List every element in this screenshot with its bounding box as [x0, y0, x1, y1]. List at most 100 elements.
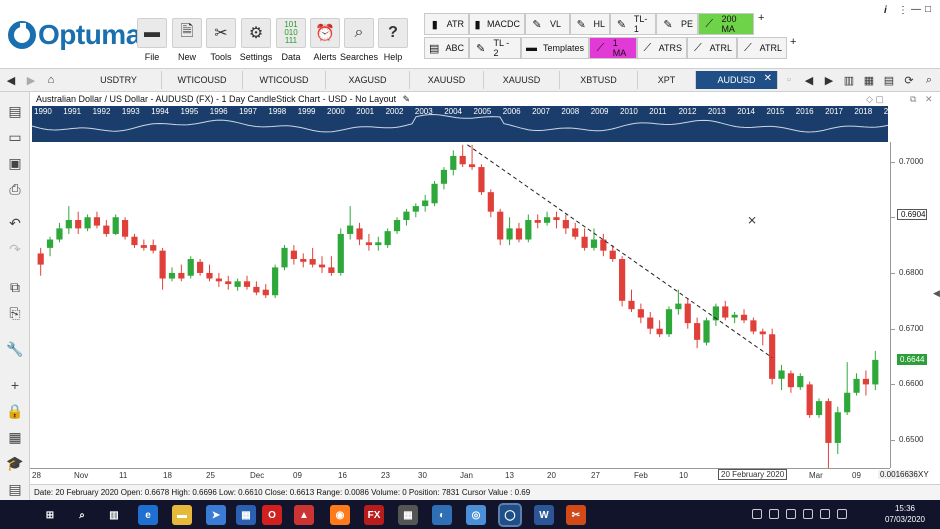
candle[interactable] [84, 214, 91, 232]
candle[interactable] [56, 222, 63, 243]
candle[interactable] [515, 222, 523, 243]
candle[interactable] [112, 214, 119, 236]
candle[interactable] [815, 398, 823, 418]
study-atr-button[interactable]: ▮ ATR [424, 13, 469, 35]
settings-button[interactable]: ⚙ [241, 18, 271, 48]
notification-icon[interactable] [837, 509, 847, 519]
price-chart[interactable]: ⨯ [30, 106, 890, 468]
candle[interactable] [834, 406, 841, 455]
home-icon[interactable]: ⌂ [42, 71, 60, 89]
candle[interactable] [281, 245, 288, 271]
candle[interactable] [403, 208, 410, 226]
candle[interactable] [243, 275, 251, 290]
candle[interactable] [431, 181, 438, 207]
candle[interactable] [572, 222, 579, 240]
copy-icon[interactable]: ⧉ [4, 276, 26, 298]
candle[interactable] [337, 228, 344, 276]
candle[interactable] [872, 350, 879, 390]
candle[interactable] [197, 259, 204, 276]
network-icon[interactable] [786, 509, 796, 519]
study-vl-button[interactable]: ✎ VL [525, 13, 570, 35]
open-icon[interactable]: ▭ [4, 126, 26, 148]
tab-wticousd-1[interactable]: WTICOUSD [162, 71, 243, 89]
speaker-icon[interactable] [820, 509, 830, 519]
candle[interactable] [300, 253, 307, 268]
study-200ma-button[interactable]: ⟋ 200 MA [698, 13, 754, 35]
candle[interactable] [497, 208, 504, 246]
chevron-up-icon[interactable] [769, 509, 779, 519]
xy-toggle[interactable]: XY [918, 470, 929, 479]
study-abc-button[interactable]: ▤ ABC [424, 37, 469, 59]
candle[interactable] [712, 303, 719, 326]
searches-button[interactable]: ⌕ [344, 18, 374, 48]
candle[interactable] [656, 320, 663, 338]
candle[interactable] [393, 217, 401, 234]
candle[interactable] [347, 206, 354, 240]
candle[interactable] [159, 247, 166, 290]
chrome-icon[interactable]: ◎ [466, 505, 486, 525]
time-axis[interactable]: 28 Nov 11 18 25 Dec 09 16 23 30 Jan 13 20 27 Feb 10 Mar 0… [30, 468, 890, 482]
candle[interactable] [272, 264, 279, 299]
candle[interactable] [797, 373, 804, 390]
candle[interactable] [590, 228, 598, 251]
candle[interactable] [140, 239, 147, 251]
opera-icon[interactable]: O [262, 505, 282, 525]
search-icon[interactable]: ⌕ [920, 71, 938, 89]
refresh-icon[interactable]: ⟳ [900, 71, 918, 89]
templates-button[interactable]: ▬ Templates [521, 37, 589, 59]
crosshair-icon[interactable]: + [4, 374, 26, 396]
candle[interactable] [543, 211, 551, 226]
candle[interactable] [65, 206, 72, 234]
candle[interactable] [553, 211, 560, 229]
candle[interactable] [844, 362, 851, 416]
tab-xauusd-1[interactable]: XAUUSD [410, 71, 484, 89]
candle[interactable] [534, 214, 541, 229]
candle[interactable] [131, 233, 138, 248]
taskbar-clock[interactable]: 15:36 07/03/2020 [880, 503, 930, 525]
candle[interactable] [178, 264, 185, 282]
optuma-icon[interactable]: ◯ [498, 503, 522, 527]
candle[interactable] [647, 311, 654, 335]
maximize-button[interactable]: □ [925, 4, 931, 15]
minimize-button[interactable]: — [911, 4, 921, 15]
candle[interactable] [93, 211, 101, 229]
candle[interactable] [600, 233, 607, 257]
study-atrl-2-button[interactable]: ⟋ ATRL [737, 37, 787, 59]
tab-xbtusd[interactable]: XBTUSD [560, 71, 638, 89]
candle[interactable] [637, 303, 644, 324]
candle[interactable] [121, 217, 129, 240]
alerts-button[interactable]: ⏰ [310, 18, 340, 48]
scroll-left-icon[interactable]: ◀ [800, 71, 818, 89]
price-axis[interactable]: ◀ 0.70000.69000.68000.67000.66000.65000.… [890, 142, 940, 468]
candle[interactable] [731, 311, 738, 324]
new-tab-icon[interactable]: ▫ [780, 71, 798, 89]
fxpro-icon[interactable]: FX [364, 505, 384, 525]
candle[interactable] [75, 211, 82, 234]
candle[interactable] [328, 256, 335, 276]
candle[interactable] [581, 228, 588, 251]
undo-icon[interactable]: ↶ [4, 212, 26, 234]
tab-xpt[interactable]: XPT [638, 71, 696, 89]
candle[interactable] [309, 247, 316, 268]
paste-icon[interactable]: ⎘ [4, 302, 26, 324]
candle[interactable] [825, 398, 832, 468]
candle[interactable] [262, 284, 269, 299]
edge-icon[interactable]: e [138, 505, 158, 525]
candle[interactable] [375, 236, 382, 251]
forward-arrow-icon[interactable]: ▶ [22, 71, 40, 89]
candle[interactable] [384, 228, 391, 248]
candle[interactable] [759, 328, 766, 346]
search-icon[interactable]: ⌕ [72, 505, 92, 525]
chart-restore-icon[interactable]: ⧉ [910, 94, 916, 105]
store-icon[interactable]: ▦ [236, 505, 256, 525]
grid-icon[interactable]: ▦ [860, 71, 878, 89]
study-atrl-button[interactable]: ⟋ ATRL [687, 37, 737, 59]
candle[interactable] [562, 214, 569, 234]
candle[interactable] [422, 194, 429, 212]
candle[interactable] [440, 167, 448, 190]
candle[interactable] [37, 247, 44, 276]
candle[interactable] [703, 317, 710, 346]
study-tl1-button[interactable]: ✎ TL-1 [610, 13, 656, 35]
education-icon[interactable]: 🎓 [4, 452, 26, 474]
person-icon[interactable] [752, 509, 762, 519]
